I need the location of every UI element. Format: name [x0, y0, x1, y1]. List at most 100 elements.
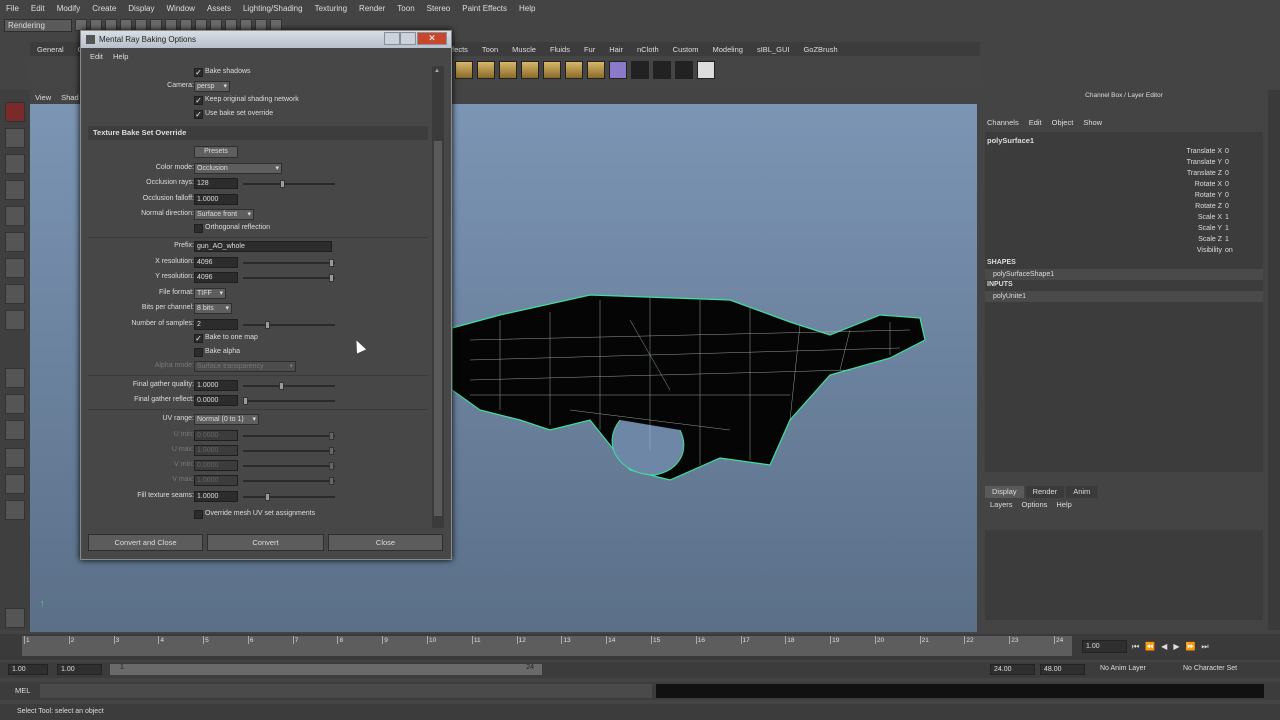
- render-shelf-icon[interactable]: [521, 61, 539, 79]
- mel-label[interactable]: MEL: [15, 686, 30, 695]
- menu-display[interactable]: Display: [122, 4, 160, 13]
- slider-knob[interactable]: [243, 397, 248, 405]
- texture-bake-section-header[interactable]: Texture Bake Set Override: [88, 126, 428, 140]
- scrollbar-thumb[interactable]: [434, 141, 442, 516]
- normal-direction-dropdown[interactable]: Surface front: [194, 209, 254, 220]
- render-shelf-icon[interactable]: [543, 61, 561, 79]
- shelf-tab-ncloth[interactable]: nCloth: [630, 45, 666, 54]
- shelf-tab-fur[interactable]: Fur: [577, 45, 602, 54]
- bake-alpha-checkbox[interactable]: [194, 348, 203, 357]
- fill-seams-field[interactable]: 1.0000: [194, 491, 238, 502]
- attr-rotate-x[interactable]: Rotate X0: [1135, 181, 1255, 188]
- shelf-tab-sibl-gui[interactable]: sIBL_GUI: [750, 45, 797, 54]
- dialog-menu-edit[interactable]: Edit: [90, 52, 103, 61]
- fg-reflect-slider[interactable]: [243, 397, 335, 405]
- layout-two-icon[interactable]: [5, 420, 25, 440]
- range-bar[interactable]: 1 24: [110, 664, 542, 675]
- slider-knob[interactable]: [280, 180, 285, 188]
- convert-button[interactable]: Convert: [207, 534, 324, 551]
- keep-shading-checkbox[interactable]: ✓: [194, 96, 203, 105]
- render-shelf-icon[interactable]: [455, 61, 473, 79]
- attr-visibility[interactable]: Visibility on: [1135, 247, 1255, 254]
- slider-knob[interactable]: [265, 321, 270, 329]
- use-override-checkbox[interactable]: ✓: [194, 110, 203, 119]
- menu-window[interactable]: Window: [161, 4, 201, 13]
- manipulator-tool-icon[interactable]: [5, 258, 25, 278]
- layer-menu-options[interactable]: Options: [1022, 500, 1048, 509]
- layout-hypershade-icon[interactable]: [5, 500, 25, 520]
- select-tool-icon[interactable]: [5, 102, 25, 122]
- shelf-tab-general[interactable]: General: [30, 45, 71, 54]
- menu-toon[interactable]: Toon: [391, 4, 420, 13]
- override-uv-checkbox[interactable]: [194, 510, 203, 519]
- close-button[interactable]: Close: [328, 534, 443, 551]
- attr-translate-z[interactable]: Translate Z0: [1135, 170, 1255, 177]
- menu-assets[interactable]: Assets: [201, 4, 237, 13]
- close-icon[interactable]: ✕: [417, 32, 447, 45]
- input-node[interactable]: polyUnite1: [985, 291, 1263, 302]
- maximize-icon[interactable]: [400, 32, 416, 45]
- shelf-tab-toon[interactable]: Toon: [475, 45, 505, 54]
- attr-rotate-y[interactable]: Rotate Y0: [1135, 192, 1255, 199]
- render-shelf-icon[interactable]: [587, 61, 605, 79]
- paint-tool-icon[interactable]: [5, 154, 25, 174]
- tab-render[interactable]: Render: [1025, 486, 1065, 498]
- object-name[interactable]: polySurface1: [987, 136, 1034, 145]
- menu-paint-effects[interactable]: Paint Effects: [456, 4, 513, 13]
- render-shelf-icon[interactable]: [565, 61, 583, 79]
- anim-layer-select[interactable]: No Anim Layer: [1100, 665, 1146, 672]
- fg-quality-field[interactable]: 1.0000: [194, 380, 238, 391]
- color-mode-dropdown[interactable]: Occlusion: [194, 163, 282, 174]
- fg-quality-slider[interactable]: [243, 382, 335, 390]
- checker-shelf-icon[interactable]: [675, 61, 693, 79]
- character-set-select[interactable]: No Character Set: [1183, 665, 1237, 672]
- slider-knob[interactable]: [329, 259, 334, 267]
- menu-edit[interactable]: Edit: [25, 4, 51, 13]
- menu-lighting-shading[interactable]: Lighting/Shading: [237, 4, 309, 13]
- number-of-samples-field[interactable]: 2: [194, 319, 238, 330]
- slider-knob[interactable]: [329, 274, 334, 282]
- animation-start-field[interactable]: 1.00: [8, 664, 48, 675]
- shelf-tab-modeling[interactable]: Modeling: [706, 45, 750, 54]
- playback-start-field[interactable]: 1.00: [57, 664, 102, 675]
- fg-reflect-field[interactable]: 0.0000: [194, 395, 238, 406]
- playback-end-field[interactable]: 24.00: [990, 664, 1035, 675]
- x-resolution-field[interactable]: 4096: [194, 257, 238, 268]
- layer-menu-help[interactable]: Help: [1056, 500, 1071, 509]
- slider-knob[interactable]: [265, 493, 270, 501]
- shape-node[interactable]: polySurfaceShape1: [985, 269, 1263, 280]
- prefix-field[interactable]: gun_AO_whole: [194, 241, 332, 252]
- orthogonal-reflection-checkbox[interactable]: [194, 224, 203, 233]
- command-input[interactable]: [40, 684, 652, 698]
- current-frame-field[interactable]: 1.00: [1082, 640, 1127, 653]
- render-shelf-icon[interactable]: [477, 61, 495, 79]
- fill-seams-slider[interactable]: [243, 493, 335, 501]
- cb-menu-object[interactable]: Object: [1052, 118, 1074, 130]
- bake-to-one-map-checkbox[interactable]: ✓: [194, 334, 203, 343]
- playback-controls-icon[interactable]: ⏮⏪◀▶⏩⏭: [1132, 642, 1215, 652]
- convert-and-close-button[interactable]: Convert and Close: [88, 534, 203, 551]
- shelf-tab-custom[interactable]: Custom: [666, 45, 706, 54]
- move-tool-icon[interactable]: [5, 180, 25, 200]
- dialog-scrollbar[interactable]: ▲: [432, 66, 444, 528]
- checker-shelf-icon[interactable]: [631, 61, 649, 79]
- x-resolution-slider[interactable]: [243, 259, 335, 267]
- menu-texturing[interactable]: Texturing: [309, 4, 353, 13]
- layout-four-icon[interactable]: [5, 394, 25, 414]
- presets-button[interactable]: Presets: [194, 146, 238, 158]
- attr-translate-y[interactable]: Translate Y0: [1135, 159, 1255, 166]
- render-view-icon[interactable]: [5, 608, 25, 628]
- cb-menu-edit[interactable]: Edit: [1029, 118, 1042, 130]
- y-resolution-slider[interactable]: [243, 274, 335, 282]
- uv-range-dropdown[interactable]: Normal (0 to 1): [194, 414, 259, 425]
- tab-anim[interactable]: Anim: [1066, 486, 1098, 498]
- bits-per-channel-dropdown[interactable]: 8 bits: [194, 303, 232, 314]
- time-slider[interactable]: 1 2 3 4 5 6 7 8 9 10 11 12 13 14 15 16 17 18 19 20 21 22 23 24 …: [0, 634, 1280, 660]
- menu-set-select[interactable]: Rendering: [4, 18, 72, 32]
- slider-knob[interactable]: [279, 382, 284, 390]
- dialog-titlebar[interactable]: Mental Ray Baking Options ✕: [81, 31, 451, 48]
- y-resolution-field[interactable]: 4096: [194, 272, 238, 283]
- soft-mod-tool-icon[interactable]: [5, 284, 25, 304]
- menu-stereo[interactable]: Stereo: [421, 4, 457, 13]
- shelf-tab-muscle[interactable]: Muscle: [505, 45, 543, 54]
